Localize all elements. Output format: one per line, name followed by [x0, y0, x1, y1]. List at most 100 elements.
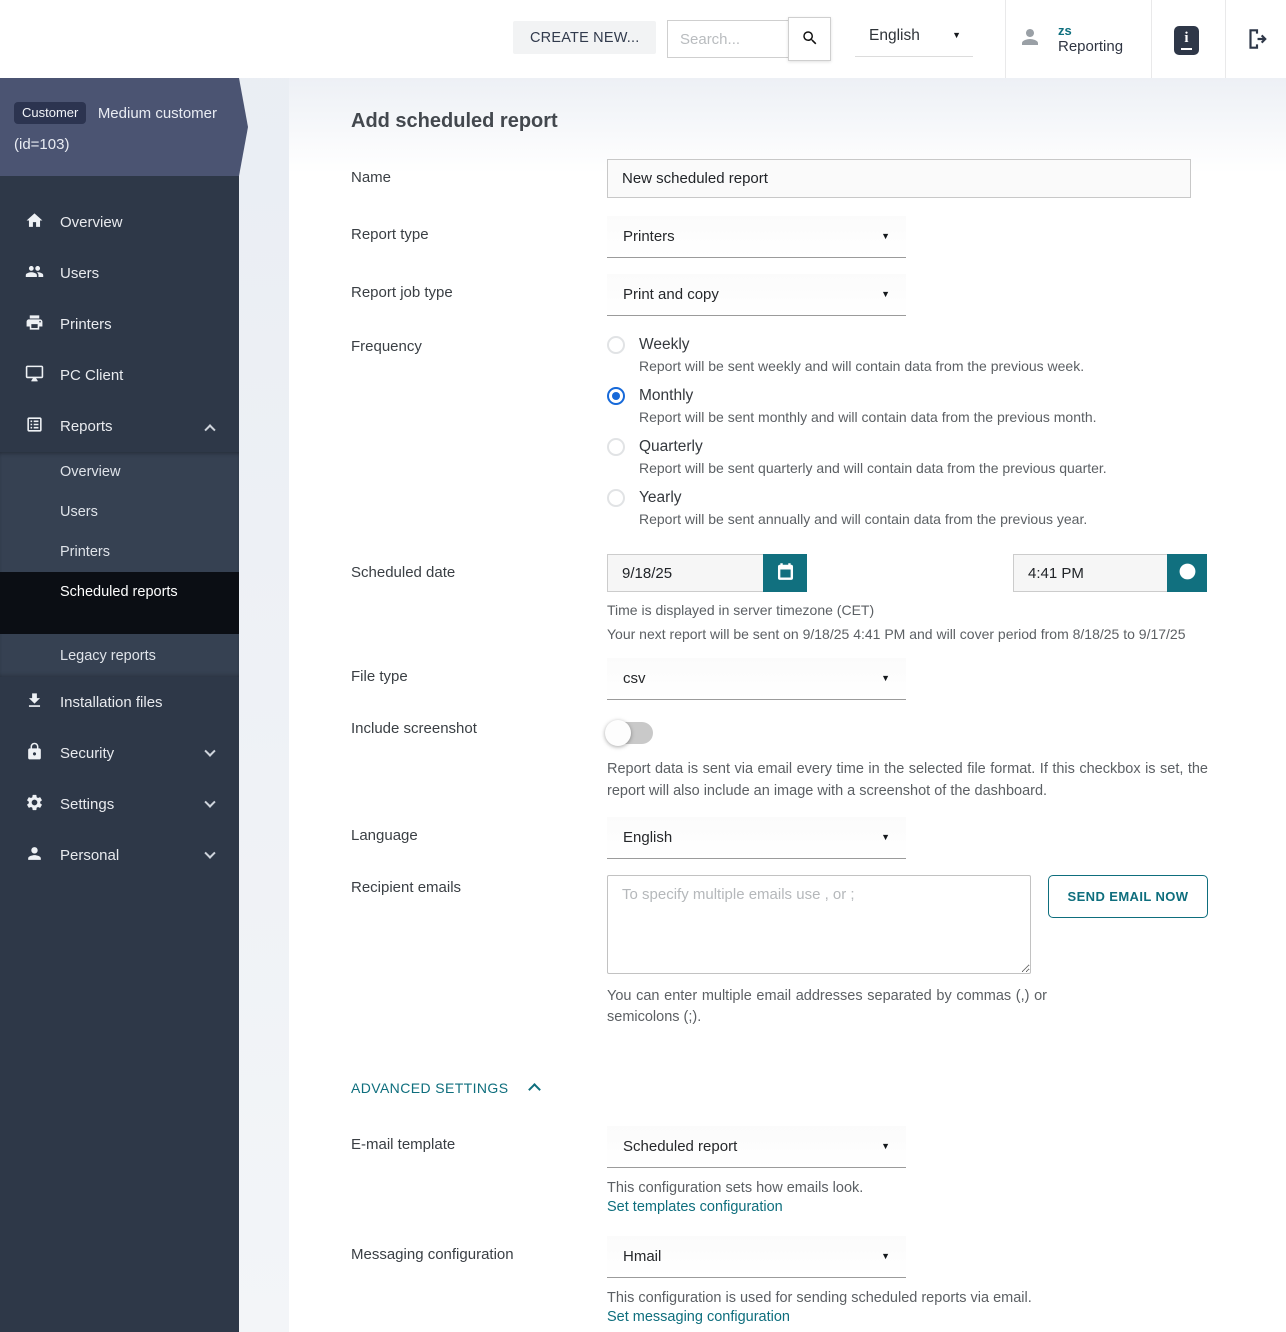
sidebar-item-settings[interactable]: Settings [0, 779, 239, 830]
radio-label[interactable]: Monthly [639, 387, 693, 405]
caret-down-icon [881, 674, 890, 683]
date-input[interactable] [607, 554, 763, 592]
time-input[interactable] [1013, 554, 1167, 592]
sidebar-item-users[interactable]: Users [0, 248, 239, 299]
radio-yearly[interactable] [607, 489, 625, 507]
radio-monthly[interactable] [607, 387, 625, 405]
send-email-now-button[interactable]: SEND EMAIL NOW [1048, 874, 1208, 918]
sidebar-item-label: Installation files [60, 694, 163, 711]
page-title: Add scheduled report [351, 110, 558, 132]
radio-description: Report will be sent monthly and will con… [639, 409, 1097, 425]
clock-button[interactable] [1167, 554, 1207, 592]
frequency-option-monthly: Monthly Report will be sent monthly and … [607, 387, 1286, 425]
messaging-configuration-select[interactable]: Hmail [607, 1235, 906, 1278]
help-guide-button[interactable]: i [1174, 26, 1199, 55]
sidebar-item-personal[interactable]: Personal [0, 830, 239, 881]
radio-description: Report will be sent quarterly and will c… [639, 460, 1107, 476]
sidebar-item-overview[interactable]: Overview [0, 197, 239, 248]
scheduled-date-label: Scheduled date [351, 564, 456, 581]
report-type-select[interactable]: Printers [607, 216, 906, 258]
caret-down-icon [881, 1142, 890, 1151]
calendar-icon [776, 562, 795, 584]
email-template-value: Scheduled report [623, 1137, 738, 1155]
radio-quarterly[interactable] [607, 438, 625, 456]
lock-icon [25, 742, 44, 766]
advanced-settings-label: ADVANCED SETTINGS [351, 1079, 509, 1096]
caret-down-icon [881, 232, 890, 241]
radio-label[interactable]: Weekly [639, 336, 690, 354]
name-input[interactable] [607, 159, 1191, 198]
submenu-item-scheduled-reports[interactable]: Scheduled reports [0, 572, 239, 634]
user-menu[interactable]: zs Reporting [1018, 0, 1123, 78]
calendar-button[interactable] [763, 554, 807, 592]
report-job-type-value: Print and copy [623, 286, 719, 303]
chevron-up-icon [204, 423, 216, 435]
customer-banner: Customer Medium customer (id=103) [0, 78, 239, 176]
submenu-item-legacy-reports[interactable]: Legacy reports [0, 634, 239, 677]
sidebar-item-label: Security [60, 745, 115, 762]
include-screenshot-toggle[interactable] [605, 720, 653, 746]
report-list-icon [25, 415, 44, 439]
user-name: Reporting [1058, 37, 1124, 55]
radio-weekly[interactable] [607, 336, 625, 354]
main-panel: Add scheduled report Name Report type Pr… [289, 78, 1286, 1332]
frequency-option-yearly: Yearly Report will be sent annually and … [607, 489, 1286, 527]
email-template-help: This configuration sets how emails look. [607, 1179, 864, 1196]
caret-down-icon [881, 833, 890, 842]
radio-label[interactable]: Quarterly [639, 438, 703, 456]
next-report-note: Your next report will be sent on 9/18/25… [607, 626, 1186, 642]
account-icon [1018, 25, 1042, 54]
search-button[interactable] [788, 17, 831, 61]
file-type-label: File type [351, 668, 408, 685]
customer-badge: Customer [14, 102, 87, 124]
sidebar-item-label: PC Client [60, 367, 124, 384]
reports-submenu: Overview Users Printers Scheduled report… [0, 452, 239, 677]
submenu-item-overview[interactable]: Overview [0, 452, 239, 492]
sidebar-item-printers[interactable]: Printers [0, 299, 239, 350]
set-templates-configuration-link[interactable]: Set templates configuration [607, 1199, 783, 1215]
email-template-label: E-mail template [351, 1135, 456, 1153]
topbar-divider [1225, 0, 1226, 78]
advanced-settings-toggle[interactable]: ADVANCED SETTINGS [351, 1079, 1286, 1097]
chevron-up-icon [528, 1083, 542, 1097]
sidebar-item-reports[interactable]: Reports [0, 401, 239, 452]
printer-icon [25, 313, 44, 337]
home-icon [25, 211, 44, 235]
set-messaging-configuration-link[interactable]: Set messaging configuration [607, 1309, 790, 1325]
sidebar-item-security[interactable]: Security [0, 728, 239, 779]
logout-button[interactable] [1242, 26, 1272, 54]
toggle-knob [605, 720, 631, 746]
search-group [667, 17, 831, 61]
sidebar-item-installation-files[interactable]: Installation files [0, 677, 239, 728]
group-icon [25, 262, 44, 286]
submenu-item-users[interactable]: Users [0, 492, 239, 532]
customer-id: (id=103) [14, 136, 70, 153]
messaging-configuration-value: Hmail [623, 1247, 662, 1265]
sidebar-item-label: Settings [60, 796, 115, 813]
recipient-emails-help: You can enter multiple email addresses s… [607, 987, 1047, 1025]
sidebar-item-label: Users [60, 265, 100, 282]
file-type-value: csv [623, 670, 646, 687]
file-type-select[interactable]: csv [607, 658, 906, 700]
user-identity: zs Reporting [1058, 23, 1123, 56]
caret-down-icon [881, 1252, 890, 1261]
customer-name: Medium customer [97, 104, 218, 122]
recipient-emails-textarea[interactable] [607, 874, 1031, 974]
language-select[interactable]: English [607, 816, 906, 859]
search-input[interactable] [667, 20, 788, 58]
radio-label[interactable]: Yearly [639, 489, 682, 507]
sidebar-item-pc-client[interactable]: PC Client [0, 350, 239, 401]
chevron-down-icon [204, 796, 216, 808]
create-new-button[interactable]: CREATE NEW... [513, 21, 657, 54]
monitor-icon [25, 364, 44, 388]
language-selector[interactable]: English [855, 15, 973, 57]
submenu-item-printers[interactable]: Printers [0, 532, 239, 572]
chevron-down-icon [204, 847, 216, 859]
recipient-emails-label: Recipient emails [351, 878, 462, 896]
report-job-type-select[interactable]: Print and copy [607, 274, 906, 316]
date-picker-group [607, 554, 807, 592]
messaging-configuration-help: This configuration is used for sending s… [607, 1289, 1032, 1306]
email-template-select[interactable]: Scheduled report [607, 1125, 906, 1168]
time-picker-group [1013, 554, 1207, 592]
language-value: English [623, 828, 673, 846]
